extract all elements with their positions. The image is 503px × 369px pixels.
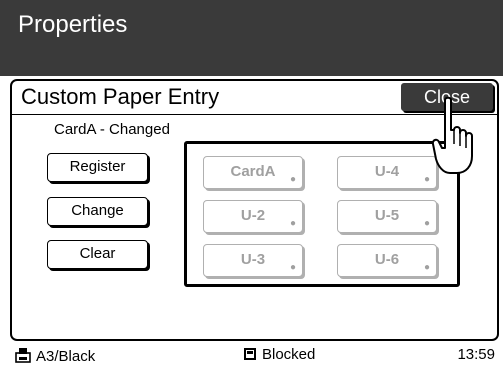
- clear-button[interactable]: Clear: [47, 240, 148, 269]
- paper-slot-u5[interactable]: U-5 ●: [337, 200, 437, 233]
- panel-title: Custom Paper Entry: [21, 84, 220, 109]
- slot-label: U-5: [374, 207, 400, 224]
- slot-indicator-icon: ●: [289, 174, 296, 185]
- slot-label: U-4: [374, 163, 400, 180]
- slot-label: CardA: [230, 163, 276, 180]
- custom-paper-entry-panel: Custom Paper Entry Close CardA - Changed…: [10, 79, 499, 341]
- slot-indicator-icon: ●: [423, 262, 430, 273]
- slot-label: U-6: [374, 251, 400, 268]
- paper-status-label: A3/Black: [36, 348, 96, 365]
- window-title: Properties: [18, 11, 128, 38]
- slot-indicator-icon: ●: [423, 174, 430, 185]
- slot-label: U-2: [240, 207, 266, 224]
- register-button[interactable]: Register: [47, 153, 148, 182]
- paper-slot-u2[interactable]: U-2 ●: [203, 200, 303, 233]
- panel-header: Custom Paper Entry Close: [12, 81, 497, 115]
- slot-indicator-icon: ●: [289, 262, 296, 273]
- paper-status: A3/Black: [14, 346, 95, 365]
- slot-label: U-3: [240, 251, 266, 268]
- clock: 13:59: [457, 346, 495, 363]
- block-status: Blocked: [244, 346, 315, 363]
- slot-indicator-icon: ●: [423, 218, 430, 229]
- printer-icon: [15, 348, 31, 363]
- paper-slot-u6[interactable]: U-6 ●: [337, 244, 437, 277]
- paper-slot-u3[interactable]: U-3 ●: [203, 244, 303, 277]
- block-status-label: Blocked: [262, 346, 316, 363]
- change-button[interactable]: Change: [47, 197, 148, 226]
- paper-status-text: CardA - Changed: [54, 121, 170, 138]
- slot-indicator-icon: ●: [289, 218, 296, 229]
- paper-slot-carda[interactable]: CardA ●: [203, 156, 303, 189]
- title-bar: Properties: [0, 0, 503, 76]
- paper-slot-u4[interactable]: U-4 ●: [337, 156, 437, 189]
- status-bar: A3/Black Blocked 13:59: [0, 343, 503, 369]
- hand-pointer-icon: [432, 96, 473, 174]
- block-icon: [244, 348, 256, 360]
- paper-slot-grid: CardA ● U-2 ● U-3 ● U-4 ● U-5 ● U-6 ●: [184, 141, 460, 287]
